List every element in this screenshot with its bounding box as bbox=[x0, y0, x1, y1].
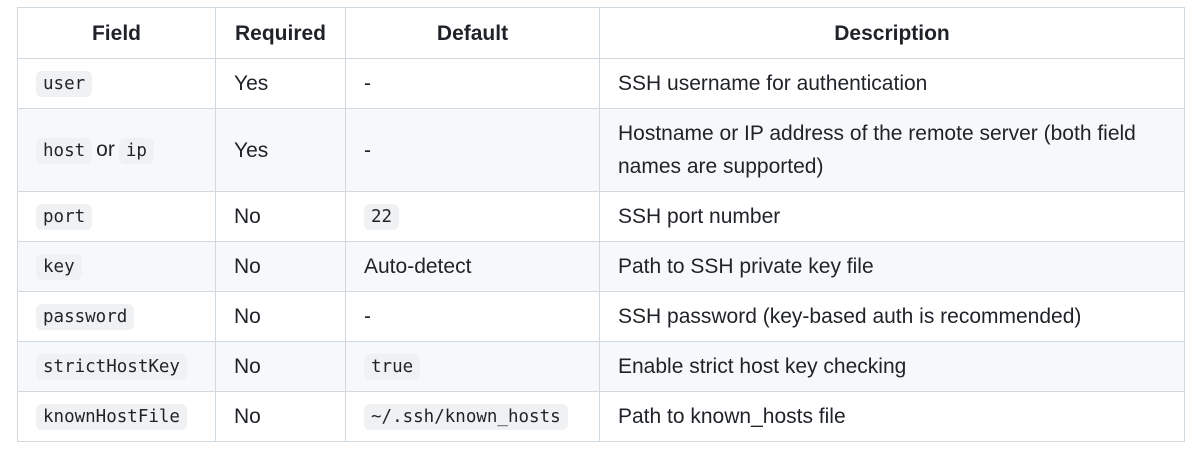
header-default: Default bbox=[345, 7, 600, 59]
description-cell: Path to known_hosts file bbox=[599, 391, 1185, 442]
default-cell: 22 bbox=[345, 191, 600, 242]
field-code: port bbox=[36, 204, 93, 230]
field-code: strictHostKey bbox=[36, 354, 187, 380]
header-row: Field Required Default Description bbox=[17, 7, 1185, 59]
config-fields-table-wrapper: Field Required Default Description user … bbox=[17, 7, 1185, 442]
table-row-key: key No Auto-detect Path to SSH private k… bbox=[17, 241, 1185, 292]
field-cell: key bbox=[17, 241, 216, 292]
config-fields-table: Field Required Default Description user … bbox=[17, 7, 1185, 442]
field-cell: user bbox=[17, 58, 216, 109]
field-joiner: or bbox=[96, 137, 115, 161]
field-code: key bbox=[36, 254, 82, 280]
default-cell: - bbox=[345, 108, 600, 192]
description-cell: SSH password (key-based auth is recommen… bbox=[599, 291, 1185, 342]
required-cell: Yes bbox=[215, 108, 346, 192]
default-cell: - bbox=[345, 291, 600, 342]
table-row-host: host or ip Yes - Hostname or IP address of… bbox=[17, 108, 1185, 192]
field-code: host bbox=[36, 137, 93, 164]
table-row-stricthostkey: strictHostKey No true Enable strict host… bbox=[17, 341, 1185, 392]
default-code: true bbox=[364, 354, 421, 380]
required-cell: No bbox=[215, 241, 346, 292]
description-cell: Path to SSH private key file bbox=[599, 241, 1185, 292]
header-field: Field bbox=[17, 7, 216, 59]
table-row-user: user Yes - SSH username for authenticati… bbox=[17, 58, 1185, 109]
field-cell: password bbox=[17, 291, 216, 342]
field-code: knownHostFile bbox=[36, 404, 187, 430]
field-cell: port bbox=[17, 191, 216, 242]
required-cell: Yes bbox=[215, 58, 346, 109]
required-cell: No bbox=[215, 291, 346, 342]
header-required: Required bbox=[215, 7, 346, 59]
field-code: password bbox=[36, 304, 135, 330]
default-cell: ~/.ssh/known_hosts bbox=[345, 391, 600, 442]
required-cell: No bbox=[215, 191, 346, 242]
description-cell: Enable strict host key checking bbox=[599, 341, 1185, 392]
default-code: ~/.ssh/known_hosts bbox=[364, 404, 568, 430]
default-cell: Auto-detect bbox=[345, 241, 600, 292]
table-header: Field Required Default Description bbox=[17, 7, 1185, 59]
field-cell: knownHostFile bbox=[17, 391, 216, 442]
field-cell: strictHostKey bbox=[17, 341, 216, 392]
default-cell: true bbox=[345, 341, 600, 392]
table-row-knownhostfile: knownHostFile No ~/.ssh/known_hosts Path… bbox=[17, 391, 1185, 442]
required-cell: No bbox=[215, 391, 346, 442]
default-cell: - bbox=[345, 58, 600, 109]
required-cell: No bbox=[215, 341, 346, 392]
field-code-alt: ip bbox=[118, 137, 154, 164]
description-cell: SSH port number bbox=[599, 191, 1185, 242]
description-cell: Hostname or IP address of the remote ser… bbox=[599, 108, 1185, 192]
table-row-port: port No 22 SSH port number bbox=[17, 191, 1185, 242]
field-code: user bbox=[36, 71, 93, 97]
field-cell: host or ip bbox=[17, 108, 216, 192]
default-code: 22 bbox=[364, 204, 400, 230]
table-body: user Yes - SSH username for authenticati… bbox=[17, 58, 1185, 442]
description-cell: SSH username for authentication bbox=[599, 58, 1185, 109]
table-row-password: password No - SSH password (key-based au… bbox=[17, 291, 1185, 342]
header-description: Description bbox=[599, 7, 1185, 59]
